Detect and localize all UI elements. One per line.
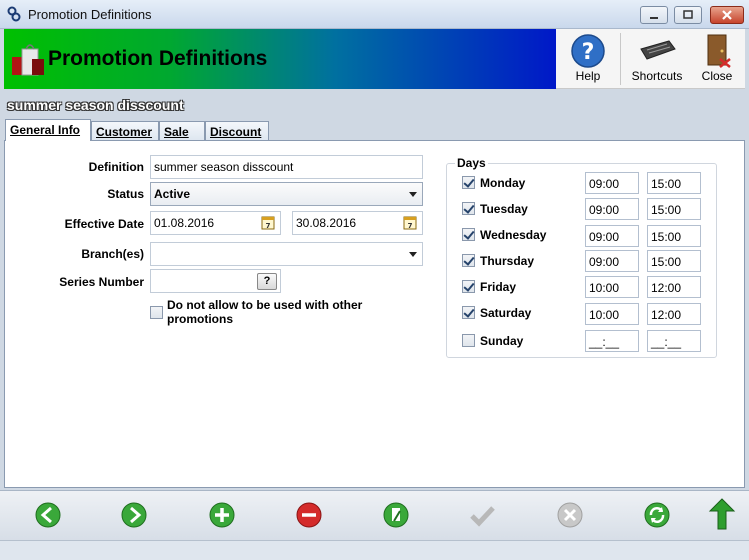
no-combine-label: Do not allow to be used with other promo… <box>167 298 363 326</box>
definition-label: Definition <box>88 160 144 174</box>
save-check-icon[interactable] <box>468 501 496 529</box>
edit-icon[interactable] <box>382 501 410 529</box>
up-arrow-icon[interactable] <box>708 497 736 531</box>
tuesday-end-time[interactable]: 15:00 <box>647 198 701 220</box>
header-title: Promotion Definitions <box>48 47 268 70</box>
window-close-button[interactable] <box>710 6 744 24</box>
day-label: Tuesday <box>480 202 528 216</box>
days-title: Days <box>455 156 488 170</box>
effective-date-label: Effective Date <box>64 217 144 231</box>
series-lookup-button[interactable]: ? <box>257 273 277 290</box>
thursday-start-time[interactable]: 09:00 <box>585 250 639 272</box>
definition-input[interactable]: summer season disscount <box>150 155 423 179</box>
monday-checkbox[interactable] <box>462 176 475 189</box>
shopping-bags-icon <box>12 44 44 76</box>
chevron-down-icon <box>409 252 417 257</box>
refresh-icon[interactable] <box>643 501 671 529</box>
record-title: summer season disscount <box>7 97 184 113</box>
wednesday-checkbox[interactable] <box>462 228 475 241</box>
day-label: Saturday <box>480 306 532 320</box>
series-number-label: Series Number <box>59 275 144 289</box>
thursday-checkbox[interactable] <box>462 254 475 267</box>
friday-start-time[interactable]: 10:00 <box>585 276 639 298</box>
add-icon[interactable] <box>208 501 236 529</box>
shortcuts-label: Shortcuts <box>631 69 683 83</box>
branches-label: Branch(es) <box>81 247 144 261</box>
toolbar-divider <box>620 33 621 85</box>
maximize-button[interactable] <box>674 6 702 24</box>
shortcuts-button[interactable]: Shortcuts <box>626 31 688 87</box>
calendar-icon[interactable]: 7 <box>261 215 275 230</box>
day-label: Monday <box>480 176 526 190</box>
tuesday-checkbox[interactable] <box>462 202 475 215</box>
svg-text:7: 7 <box>408 222 413 230</box>
day-label: Thursday <box>480 254 535 268</box>
saturday-end-time[interactable]: 12:00 <box>647 303 701 325</box>
series-number-input[interactable]: ? <box>150 269 281 293</box>
day-label: Friday <box>480 280 517 294</box>
status-select[interactable]: Active <box>150 182 423 206</box>
calendar-icon[interactable]: 7 <box>403 215 417 230</box>
monday-start-time[interactable]: 09:00 <box>585 172 639 194</box>
close-icon <box>722 10 732 20</box>
delete-icon[interactable] <box>295 501 323 529</box>
tab-discount[interactable]: Discount <box>205 121 269 141</box>
thursday-end-time[interactable]: 15:00 <box>647 250 701 272</box>
saturday-start-time[interactable]: 10:00 <box>585 303 639 325</box>
app-icon <box>7 6 21 22</box>
sunday-checkbox[interactable] <box>462 334 475 347</box>
back-arrow-icon[interactable] <box>34 501 62 529</box>
monday-end-time[interactable]: 15:00 <box>647 172 701 194</box>
wednesday-start-time[interactable]: 09:00 <box>585 225 639 247</box>
help-button[interactable]: ? Help <box>562 31 614 87</box>
friday-end-time[interactable]: 12:00 <box>647 276 701 298</box>
keyboard-icon <box>640 40 676 60</box>
header-toolbar: ? Help Shortcuts Close <box>556 29 745 89</box>
maximize-icon <box>683 10 693 19</box>
status-label: Status <box>107 187 144 201</box>
chevron-down-icon <box>409 192 417 197</box>
effective-start-date-input[interactable]: 01.08.2016 7 <box>150 211 281 235</box>
friday-checkbox[interactable] <box>462 280 475 293</box>
close-label: Close <box>701 69 733 83</box>
exit-door-icon <box>707 34 731 68</box>
tab-general-info[interactable]: General Info <box>5 119 91 141</box>
status-bar <box>0 540 749 560</box>
saturday-checkbox[interactable] <box>462 306 475 319</box>
svg-text:7: 7 <box>266 222 271 230</box>
window-title: Promotion Definitions <box>28 7 152 22</box>
sunday-end-time[interactable]: __:__ <box>647 330 701 352</box>
tuesday-start-time[interactable]: 09:00 <box>585 198 639 220</box>
help-label: Help <box>575 69 601 83</box>
minimize-button[interactable] <box>640 6 668 24</box>
wednesday-end-time[interactable]: 15:00 <box>647 225 701 247</box>
minimize-icon <box>650 17 658 19</box>
bottom-action-bar <box>0 490 749 540</box>
tab-sale[interactable]: Sale <box>159 121 205 141</box>
close-button[interactable]: Close <box>692 31 742 87</box>
header-banner: Promotion Definitions <box>4 29 556 89</box>
tab-customer[interactable]: Customer <box>91 121 159 141</box>
branches-select[interactable] <box>150 242 423 266</box>
status-value: Active <box>154 187 191 201</box>
effective-end-date-input[interactable]: 30.08.2016 7 <box>292 211 423 235</box>
help-icon: ? <box>571 34 605 68</box>
effective-end-date-value: 30.08.2016 <box>296 216 357 230</box>
forward-arrow-icon[interactable] <box>120 501 148 529</box>
no-combine-checkbox[interactable] <box>150 306 163 319</box>
cancel-icon[interactable] <box>556 501 584 529</box>
window-titlebar: Promotion Definitions <box>0 0 749 29</box>
day-label: Wednesday <box>480 228 547 242</box>
day-label: Sunday <box>480 334 524 348</box>
effective-start-date-value: 01.08.2016 <box>154 216 215 230</box>
sunday-start-time[interactable]: __:__ <box>585 330 639 352</box>
svg-text:?: ? <box>582 40 595 65</box>
